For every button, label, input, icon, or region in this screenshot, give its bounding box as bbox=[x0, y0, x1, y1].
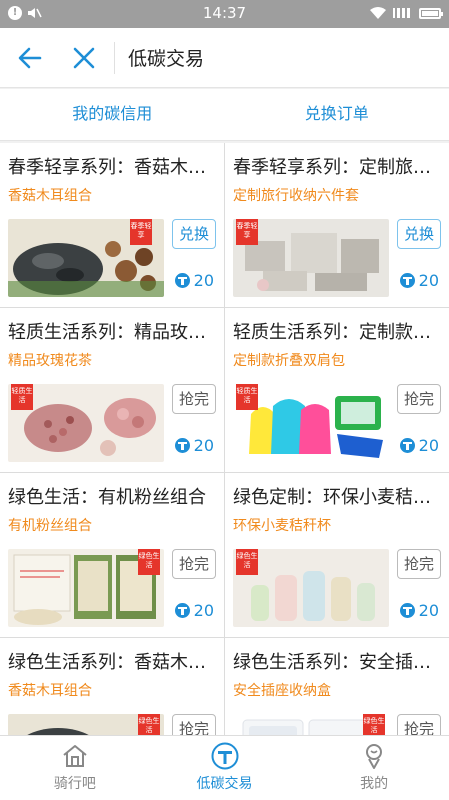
product-image[interactable]: 轻质生活 bbox=[233, 384, 389, 462]
product-image[interactable]: 绿色生活 bbox=[8, 714, 164, 735]
price-value: 20 bbox=[193, 601, 214, 620]
product-subtitle: 定制款折叠双肩包 bbox=[233, 353, 345, 369]
product-image[interactable]: 春季轻享 bbox=[8, 219, 164, 297]
product-image[interactable]: 绿色生活 bbox=[233, 714, 389, 735]
tab-my-carbon-credit[interactable]: 我的碳信用 bbox=[0, 89, 225, 140]
sold-out-button[interactable]: 抢完 bbox=[397, 714, 441, 735]
battery-icon bbox=[419, 7, 443, 19]
product-title: 春季轻享系列：香菇木耳组合 bbox=[8, 157, 216, 178]
product-title: 轻质生活系列：定制款折叠双肩包 bbox=[233, 322, 441, 343]
exchange-button[interactable]: 兑换 bbox=[172, 219, 216, 249]
wifi-icon bbox=[370, 7, 386, 19]
status-right-icons bbox=[369, 6, 443, 20]
carbon-coin-icon bbox=[174, 273, 190, 288]
exchange-button[interactable]: 兑换 bbox=[397, 219, 441, 249]
bottom-nav: 骑行吧 低碳交易 我的 bbox=[0, 735, 449, 800]
nav-item-trade[interactable]: 低碳交易 bbox=[150, 736, 300, 800]
product-subtitle: 安全插座收纳盒 bbox=[233, 683, 331, 699]
sold-out-button[interactable]: 抢完 bbox=[397, 384, 441, 414]
price-value: 20 bbox=[418, 601, 439, 620]
nav-label: 低碳交易 bbox=[196, 776, 253, 792]
product-subtitle: 精品玫瑰花茶 bbox=[8, 353, 92, 369]
carbon-coin-icon bbox=[174, 438, 190, 453]
nav-label: 我的 bbox=[360, 776, 389, 792]
product-subtitle: 定制旅行收纳六件套 bbox=[233, 188, 359, 204]
product-badge: 绿色生活 bbox=[236, 549, 258, 575]
product-title: 春季轻享系列：定制旅行收纳六件套 bbox=[233, 157, 441, 178]
product-grid: 春季轻享系列：香菇木耳组合 香菇木耳组合 春季轻享 兑换 20 春季轻享系列：定… bbox=[0, 143, 449, 735]
product-card[interactable]: 绿色生活系列：香菇木耳组合 香菇木耳组合 绿色生活 抢完 bbox=[0, 638, 224, 735]
product-price: 20 bbox=[174, 436, 214, 455]
product-subtitle: 香菇木耳组合 bbox=[8, 683, 92, 699]
product-card[interactable]: 绿色生活：有机粉丝组合 有机粉丝组合 绿色生活 抢完 20 bbox=[0, 473, 224, 637]
product-badge: 春季轻享 bbox=[236, 219, 258, 245]
product-badge: 绿色生活 bbox=[138, 714, 160, 735]
signal-icon bbox=[393, 8, 410, 18]
product-badge: 春季轻享 bbox=[130, 219, 152, 245]
product-title: 绿色生活系列：香菇木耳组合 bbox=[8, 652, 216, 673]
home-icon bbox=[63, 745, 87, 767]
carbon-coin-icon bbox=[174, 603, 190, 618]
price-value: 20 bbox=[418, 271, 439, 290]
product-image[interactable]: 轻质生活 bbox=[8, 384, 164, 462]
product-price: 20 bbox=[174, 271, 214, 290]
product-card[interactable]: 春季轻享系列：定制旅行收纳六件套 定制旅行收纳六件套 春季轻享 兑换 20 bbox=[225, 143, 449, 307]
carbon-coin-icon bbox=[399, 273, 415, 288]
product-card[interactable]: 绿色生活系列：安全插座收纳盒 安全插座收纳盒 绿色生活 抢完 bbox=[225, 638, 449, 735]
close-icon[interactable] bbox=[68, 42, 100, 74]
product-title: 绿色生活：有机粉丝组合 bbox=[8, 487, 206, 508]
carbon-coin-icon bbox=[399, 438, 415, 453]
profile-icon bbox=[366, 744, 383, 769]
product-subtitle: 香菇木耳组合 bbox=[8, 188, 92, 204]
product-badge: 绿色生活 bbox=[138, 549, 160, 575]
price-value: 20 bbox=[193, 436, 214, 455]
trade-icon bbox=[211, 742, 238, 770]
product-title: 轻质生活系列：精品玫瑰花茶 bbox=[8, 322, 216, 343]
product-title: 绿色生活系列：安全插座收纳盒 bbox=[233, 652, 441, 673]
product-price: 20 bbox=[174, 601, 214, 620]
subnav: 我的碳信用 兑换订单 bbox=[0, 89, 449, 141]
product-badge: 轻质生活 bbox=[236, 384, 258, 410]
product-image[interactable]: 春季轻享 bbox=[233, 219, 389, 297]
header: 低碳交易 bbox=[0, 28, 449, 88]
product-card[interactable]: 轻质生活系列：精品玫瑰花茶 精品玫瑰花茶 轻质生活 抢完 20 bbox=[0, 308, 224, 472]
header-divider bbox=[114, 42, 115, 74]
price-value: 20 bbox=[418, 436, 439, 455]
nav-label: 骑行吧 bbox=[53, 776, 96, 792]
status-bar: ! 14:37 bbox=[0, 0, 449, 28]
sold-out-button[interactable]: 抢完 bbox=[172, 549, 216, 579]
sold-out-button[interactable]: 抢完 bbox=[172, 714, 216, 735]
product-card[interactable]: 轻质生活系列：定制款折叠双肩包 定制款折叠双肩包 轻质生活 抢完 20 bbox=[225, 308, 449, 472]
price-value: 20 bbox=[193, 271, 214, 290]
sold-out-button[interactable]: 抢完 bbox=[397, 549, 441, 579]
nav-item-ride[interactable]: 骑行吧 bbox=[0, 736, 150, 800]
product-image[interactable]: 绿色生活 bbox=[8, 549, 164, 627]
page-title: 低碳交易 bbox=[128, 48, 205, 70]
arrow-left-icon[interactable] bbox=[14, 42, 46, 74]
product-price: 20 bbox=[399, 436, 439, 455]
product-subtitle: 环保小麦秸秆杯 bbox=[233, 518, 331, 534]
product-card[interactable]: 春季轻享系列：香菇木耳组合 香菇木耳组合 春季轻享 兑换 20 bbox=[0, 143, 224, 307]
product-price: 20 bbox=[399, 271, 439, 290]
tab-exchange-orders[interactable]: 兑换订单 bbox=[225, 89, 449, 140]
nav-item-profile[interactable]: 我的 bbox=[299, 736, 449, 800]
product-badge: 轻质生活 bbox=[11, 384, 33, 410]
product-badge: 绿色生活 bbox=[363, 714, 385, 735]
product-subtitle: 有机粉丝组合 bbox=[8, 518, 92, 534]
product-price: 20 bbox=[399, 601, 439, 620]
product-card[interactable]: 绿色定制：环保小麦秸秆杯 环保小麦秸秆杯 绿色生活 抢完 20 bbox=[225, 473, 449, 637]
sold-out-button[interactable]: 抢完 bbox=[172, 384, 216, 414]
product-image[interactable]: 绿色生活 bbox=[233, 549, 389, 627]
carbon-coin-icon bbox=[399, 603, 415, 618]
product-title: 绿色定制：环保小麦秸秆杯 bbox=[233, 487, 441, 508]
